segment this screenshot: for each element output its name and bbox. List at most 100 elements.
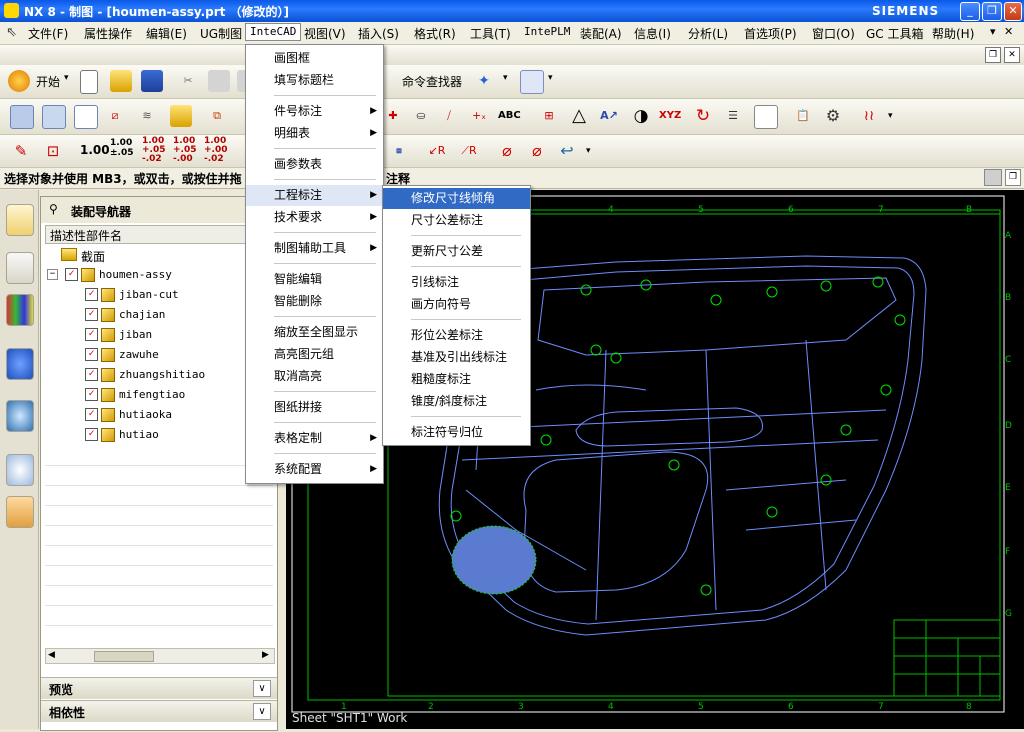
copy-icon[interactable] bbox=[208, 70, 230, 92]
collapse-toggle-icon[interactable]: − bbox=[47, 269, 58, 280]
menu-item-reset-symbols[interactable]: 标注符号归位 bbox=[383, 422, 530, 443]
menu-inteplm[interactable]: IntePLM bbox=[524, 25, 570, 38]
part-checkbox[interactable]: ✓ bbox=[85, 288, 98, 301]
menu-item-zoom-all[interactable]: 缩放至全图显示 bbox=[246, 322, 383, 343]
gear-icon[interactable]: ⚙ bbox=[822, 105, 844, 127]
diameter-icon[interactable]: ⌀ bbox=[496, 140, 518, 162]
menu-item-drafting-aids[interactable]: 制图辅助工具 ▶ bbox=[246, 238, 383, 259]
chevron-down-icon[interactable]: ∨ bbox=[253, 680, 271, 697]
tree-row-section[interactable]: 截面 bbox=[41, 245, 273, 265]
doc-close-icon[interactable]: ✕ bbox=[1004, 47, 1020, 63]
centerline-icon[interactable]: +ₓ bbox=[468, 105, 490, 127]
menu-item-balloon-annotation[interactable]: 件号标注 ▶ bbox=[246, 101, 383, 122]
tree-row[interactable]: ✓ jiban-cut bbox=[41, 285, 273, 305]
table-icon[interactable] bbox=[74, 105, 98, 129]
menu-information[interactable]: 信息(I) bbox=[634, 25, 671, 42]
prompt-bar-restore-icon[interactable]: ❐ bbox=[1005, 169, 1021, 186]
information-tab-icon[interactable] bbox=[6, 348, 34, 380]
dependencies-panel[interactable]: 相依性 ∨ bbox=[41, 700, 277, 722]
menu-item-system-config[interactable]: 系统配置 ▶ bbox=[246, 459, 383, 480]
radius-dim-icon[interactable]: ↙R bbox=[426, 140, 448, 162]
menu-bar-chevron-icon[interactable]: ▾ bbox=[990, 25, 996, 38]
menu-item-parameter-table[interactable]: 画参数表 bbox=[246, 154, 383, 175]
abc-text-icon[interactable]: ABC bbox=[498, 105, 521, 127]
dim-format-symmetric[interactable]: 1.00 ±.05 bbox=[110, 138, 136, 158]
menu-window[interactable]: 窗口(O) bbox=[812, 25, 855, 42]
menu-item-modify-dim-angle[interactable]: 修改尺寸线倾角 bbox=[383, 188, 530, 209]
scroll-thumb[interactable] bbox=[94, 651, 154, 662]
menu-edit[interactable]: 编辑(E) bbox=[146, 25, 187, 42]
parts-list-icon[interactable]: ☰ bbox=[722, 105, 744, 127]
tree-row[interactable]: ✓ mifengtiao bbox=[41, 385, 273, 405]
menu-tools[interactable]: 工具(T) bbox=[470, 25, 511, 42]
part-checkbox[interactable]: ✓ bbox=[85, 328, 98, 341]
frame-dim-icon[interactable]: ⊡ bbox=[42, 140, 64, 162]
menu-item-highlight-group[interactable]: 高亮图元组 bbox=[246, 344, 383, 365]
menu-item-engineering-annotation[interactable]: 工程标注 ▶ bbox=[246, 185, 383, 206]
radius-angle-icon[interactable]: ⟋R bbox=[458, 140, 480, 162]
scroll-left-icon[interactable]: ◀ bbox=[48, 650, 55, 660]
info-window-icon[interactable] bbox=[520, 70, 544, 94]
xyz-icon[interactable]: XYZ bbox=[659, 105, 681, 127]
roles-tab-icon[interactable] bbox=[6, 496, 34, 528]
part-checkbox[interactable]: ✓ bbox=[85, 428, 98, 441]
menu-item-sheet-merge[interactable]: 图纸拼接 bbox=[246, 397, 383, 418]
start-dropdown-icon[interactable]: ▾ bbox=[64, 73, 69, 83]
wand-icon[interactable]: ✦ bbox=[473, 70, 495, 92]
wave-icon[interactable]: ≀≀ bbox=[858, 105, 880, 127]
menu-item-taper-slope[interactable]: 锥度/斜度标注 bbox=[383, 391, 530, 412]
tolerance-box-icon[interactable]: ⧈ bbox=[388, 140, 410, 162]
start-button[interactable]: 开始 bbox=[36, 73, 60, 90]
menu-item-update-tolerance[interactable]: 更新尺寸公差 bbox=[383, 241, 530, 262]
menu-item-fill-title-block[interactable]: 填写标题栏 bbox=[246, 70, 383, 91]
dim-format-bilateral[interactable]: 1.00 +.05 -.02 bbox=[142, 137, 168, 164]
minimize-button[interactable]: _ bbox=[960, 2, 980, 21]
hatch-icon[interactable]: ⛀ bbox=[410, 105, 432, 127]
web-browser-tab-icon[interactable] bbox=[6, 400, 34, 432]
dimension-toolbar-dropdown-icon[interactable]: ▾ bbox=[586, 146, 591, 156]
triangle-icon[interactable]: △ bbox=[568, 105, 590, 127]
menu-view[interactable]: 视图(V) bbox=[304, 25, 346, 42]
linear-dim-icon[interactable]: ⧸ bbox=[438, 105, 460, 127]
view-icon[interactable] bbox=[42, 105, 66, 129]
note-icon[interactable] bbox=[170, 105, 192, 127]
menu-assembly[interactable]: 装配(A) bbox=[580, 25, 622, 42]
menu-gc-toolbox[interactable]: GC 工具箱 bbox=[866, 25, 924, 42]
menu-attribute-ops[interactable]: 属性操作 bbox=[84, 25, 132, 42]
part-checkbox[interactable]: ✓ bbox=[85, 408, 98, 421]
menu-item-direction-symbol[interactable]: 画方向符号 bbox=[383, 294, 530, 315]
label-icon[interactable]: ⧉ bbox=[206, 105, 228, 127]
clipboard-icon[interactable]: 📋 bbox=[792, 105, 814, 127]
menu-insert[interactable]: 插入(S) bbox=[358, 25, 399, 42]
prompt-bar-view-icon[interactable] bbox=[984, 169, 1002, 186]
pin-icon[interactable]: ⚲ bbox=[49, 202, 58, 216]
menu-item-table-custom[interactable]: 表格定制 ▶ bbox=[246, 428, 383, 449]
scroll-right-icon[interactable]: ▶ bbox=[262, 650, 269, 660]
menu-item-parts-list[interactable]: 明细表 ▶ bbox=[246, 123, 383, 144]
annotation-arrow-icon[interactable]: A↗ bbox=[598, 105, 620, 127]
undo-arrow-icon[interactable]: ↩ bbox=[556, 140, 578, 162]
tree-row[interactable]: ✓ zhuangshitiao bbox=[41, 365, 273, 385]
open-folder-icon[interactable] bbox=[110, 70, 132, 92]
root-checkbox[interactable]: ✓ bbox=[65, 268, 78, 281]
menu-help[interactable]: 帮助(H) bbox=[932, 25, 974, 42]
notes-icon[interactable] bbox=[754, 105, 778, 129]
menu-item-roughness[interactable]: 粗糙度标注 bbox=[383, 369, 530, 390]
spring-icon[interactable]: ≋ bbox=[136, 105, 158, 127]
reuse-library-tab-icon[interactable] bbox=[6, 294, 34, 326]
datum-icon[interactable]: ⊞ bbox=[538, 105, 560, 127]
horizontal-scrollbar[interactable]: ◀ ▶ bbox=[45, 648, 275, 664]
menu-item-gdt[interactable]: 形位公差标注 bbox=[383, 325, 530, 346]
dim-point-icon[interactable]: ✚ bbox=[382, 105, 404, 127]
save-icon[interactable] bbox=[141, 70, 163, 92]
tree-row[interactable]: ✓ chajian bbox=[41, 305, 273, 325]
menu-preferences[interactable]: 首选项(P) bbox=[744, 25, 797, 42]
tree-row[interactable]: ✓ hutiao bbox=[41, 425, 273, 445]
history-clock-icon[interactable] bbox=[6, 454, 34, 486]
menu-item-draw-frame[interactable]: 画图框 bbox=[246, 48, 383, 69]
menu-item-datum-leader[interactable]: 基准及引出线标注 bbox=[383, 347, 530, 368]
menu-intecad[interactable]: InteCAD bbox=[245, 23, 302, 41]
close-button[interactable]: ✕ bbox=[1004, 2, 1022, 21]
tree-row-root[interactable]: − ✓ houmen-assy bbox=[41, 265, 273, 285]
menu-analysis[interactable]: 分析(L) bbox=[688, 25, 728, 42]
